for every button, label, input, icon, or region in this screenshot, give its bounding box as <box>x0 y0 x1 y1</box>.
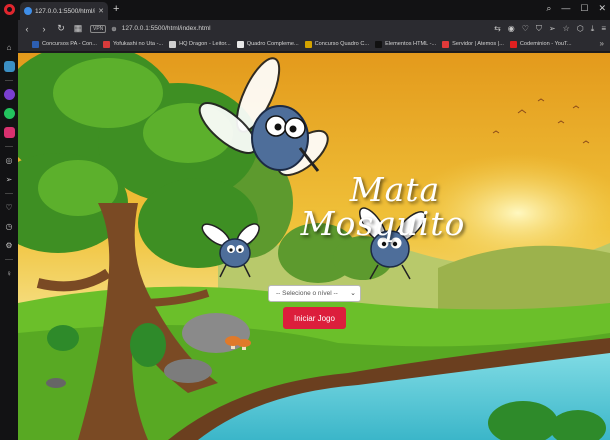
home-icon[interactable]: ⌂ <box>4 42 15 53</box>
navigation-bar: ‹ › ↻ ▦ VPN ⊕ 127.0.0.1:5500/html/index.… <box>18 20 610 37</box>
lightbulb-icon[interactable]: ♀ <box>4 268 15 279</box>
bookmark-favicon-icon <box>442 40 450 48</box>
bookmark-favicon-icon <box>375 40 383 48</box>
whatsapp-icon[interactable] <box>3 108 15 119</box>
sidebar-divider-2 <box>5 146 13 147</box>
speed-dial-icon[interactable] <box>3 61 15 72</box>
url-text[interactable]: 127.0.0.1:5500/html/index.html <box>122 25 211 32</box>
sidebar: ⌂ ◎ ➢ ♡ ◷ ⚙ ♀ <box>0 20 18 440</box>
player-icon[interactable]: ◎ <box>4 155 15 166</box>
browser-window: 127.0.0.1:5500/html/index ✕ + ⌕ — ☐ ✕ ‹ … <box>0 0 610 440</box>
send-icon[interactable]: ➢ <box>549 24 556 34</box>
bookmark-item[interactable]: Concursos PA - Con... <box>32 40 97 48</box>
game-title-line1: Mata <box>349 170 441 209</box>
back-button[interactable]: ‹ <box>22 24 32 34</box>
bookmark-favicon-icon <box>32 40 39 48</box>
bookmark-favicon-icon <box>509 40 517 48</box>
instagram-icon[interactable] <box>3 127 15 138</box>
bookmark-item[interactable]: HQ Dragon - Leitor... <box>169 40 231 48</box>
bookmark-star-icon[interactable]: ☆ <box>563 24 570 34</box>
bookmark-label: Yofukashi no Uta -... <box>112 41 164 47</box>
web-page: Mata Mosquito -- Selecione o nível -- ⌄ … <box>18 53 610 440</box>
favorites-heart-icon[interactable]: ♡ <box>4 202 15 213</box>
vpn-badge[interactable]: VPN <box>90 24 107 33</box>
menu-icon[interactable]: ≡ <box>601 24 606 34</box>
messenger-icon[interactable] <box>3 89 15 100</box>
bookmark-item[interactable]: Elementos HTML -... <box>375 40 437 48</box>
bookmark-item[interactable]: Servidor | Atemos |... <box>442 40 504 48</box>
sidebar-divider-4 <box>5 259 13 260</box>
search-tabs-icon[interactable]: ⌕ <box>546 3 551 14</box>
shield-icon[interactable]: ⛉ <box>536 24 542 34</box>
level-select[interactable]: -- Selecione o nível -- ⌄ <box>268 285 361 302</box>
bookmark-label: Elementos HTML -... <box>385 41 437 47</box>
game-title: Mata Mosquito <box>258 173 508 241</box>
bookmark-favicon-icon <box>304 40 312 48</box>
tab-close-icon[interactable]: ✕ <box>98 7 104 15</box>
bookmark-item[interactable]: Concurso Quadro C... <box>304 40 370 48</box>
close-window-button[interactable]: ✕ <box>598 3 606 14</box>
address-bar[interactable]: VPN ⊕ 127.0.0.1:5500/html/index.html <box>90 22 487 35</box>
bookmark-label: Concurso Quadro C... <box>314 41 370 47</box>
new-tab-button[interactable]: + <box>113 3 119 15</box>
tab-title: 127.0.0.1:5500/html/index <box>35 7 96 15</box>
bookmark-item[interactable]: Yofukashi no Uta -... <box>102 40 164 48</box>
bookmark-label: Servidor | Atemos |... <box>452 41 504 47</box>
game-title-line2: Mosquito <box>300 204 466 243</box>
tab-favicon-icon <box>24 7 32 15</box>
sidebar-divider <box>5 80 13 81</box>
sidebar-divider-3 <box>5 193 13 194</box>
bookmark-item[interactable]: Codeminion - YouT... <box>509 40 572 48</box>
history-icon[interactable]: ◷ <box>4 221 15 232</box>
start-game-button[interactable]: Iniciar Jogo <box>283 307 346 329</box>
camera-icon[interactable]: ◉ <box>508 24 515 34</box>
bookmark-favicon-icon <box>236 40 244 48</box>
minimize-button[interactable]: — <box>561 3 570 14</box>
settings-gear-icon[interactable]: ⚙ <box>4 240 15 251</box>
reload-button[interactable]: ↻ <box>56 23 66 34</box>
send-sidebar-icon[interactable]: ➢ <box>4 174 15 185</box>
bookmark-label: Codeminion - YouT... <box>519 41 572 47</box>
browser-tab[interactable]: 127.0.0.1:5500/html/index ✕ <box>20 2 108 20</box>
maximize-button[interactable]: ☐ <box>580 3 588 14</box>
forest-background <box>18 53 610 440</box>
opera-logo-icon[interactable] <box>4 4 15 15</box>
tab-strip: 127.0.0.1:5500/html/index ✕ + ⌕ — ☐ ✕ <box>0 0 610 20</box>
bookmark-label: HQ Dragon - Leitor... <box>179 41 231 47</box>
bookmark-label: Quadro Compleme... <box>246 41 299 47</box>
tab-grid-icon[interactable]: ▦ <box>73 23 83 34</box>
heart-icon[interactable]: ♡ <box>522 24 529 34</box>
level-select-value: -- Selecione o nível -- <box>276 290 338 297</box>
bookmark-favicon-icon <box>169 40 177 48</box>
toolbar-right: ⇆ ◉ ♡ ⛉ ➢ ☆ ⬡ ⤓ ≡ <box>494 24 606 34</box>
bookmarks-bar: Concursos PA - Con... Yofukashi no Uta -.… <box>18 37 610 52</box>
bookmark-favicon-icon <box>102 40 110 48</box>
bookmark-label: Concursos PA - Con... <box>42 41 97 47</box>
window-controls: ⌕ — ☐ ✕ <box>546 3 606 14</box>
translate-icon[interactable]: ⇆ <box>494 24 501 34</box>
chevron-down-icon: ⌄ <box>350 290 356 297</box>
download-icon[interactable]: ⤓ <box>591 24 595 34</box>
bookmark-item[interactable]: Quadro Compleme... <box>236 40 299 48</box>
site-info-icon[interactable]: ⊕ <box>111 25 116 33</box>
forward-button[interactable]: › <box>39 24 49 34</box>
extensions-icon[interactable]: ⬡ <box>577 24 584 34</box>
bookmarks-more-icon[interactable]: » <box>600 39 604 48</box>
